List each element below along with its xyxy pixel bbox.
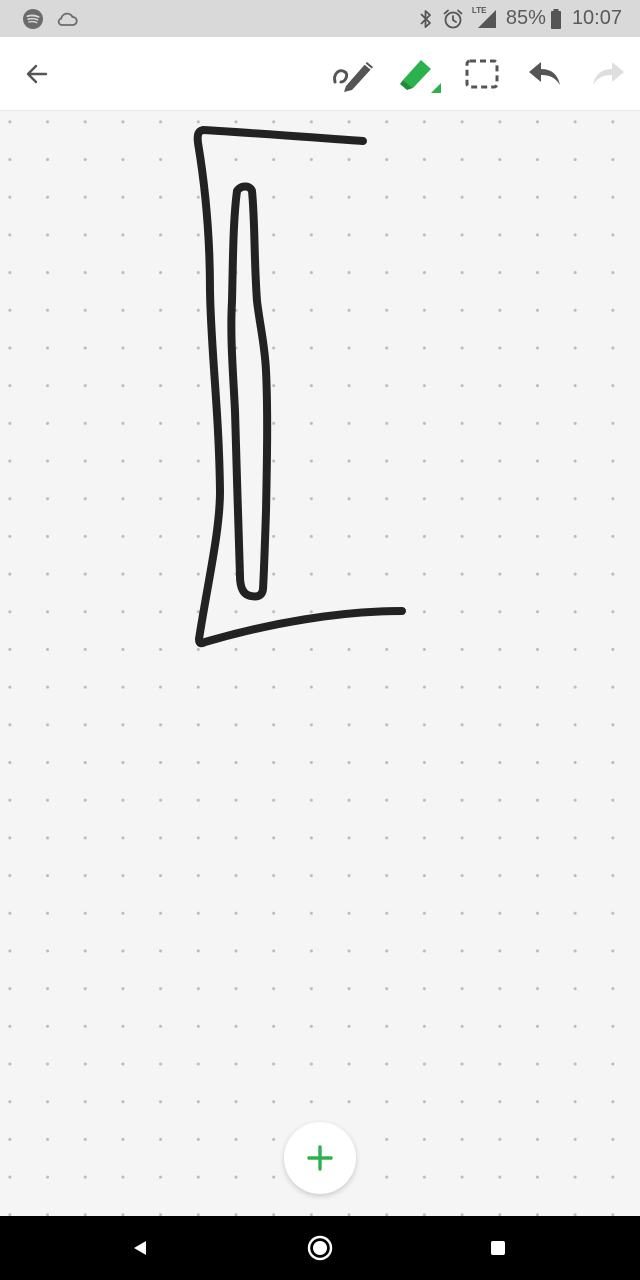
ink-stroke-inner-loop: [227, 182, 272, 601]
battery-icon: [550, 8, 561, 29]
highlighter-icon: [400, 60, 441, 93]
status-right: LTE 85% 10:07: [410, 6, 622, 30]
status-bar: LTE 85% 10:07: [0, 0, 640, 37]
drawing-canvas[interactable]: [0, 111, 640, 1216]
nav-home-button[interactable]: [300, 1228, 340, 1268]
recents-square-icon: [491, 1241, 505, 1255]
lasso-select-button[interactable]: [458, 50, 506, 98]
ink-stroke-outer-bracket: [193, 126, 406, 648]
undo-button[interactable]: [521, 50, 569, 98]
spotify-icon: [23, 8, 43, 29]
highlighter-tool-button[interactable]: [396, 50, 444, 98]
battery-percent: 85%: [505, 7, 546, 29]
add-page-button[interactable]: [284, 1122, 356, 1194]
home-circle-icon: [307, 1235, 333, 1261]
status-left: [22, 8, 90, 30]
redo-icon: [593, 62, 624, 85]
pen-tool-button[interactable]: [330, 50, 378, 98]
arrow-back-icon: [26, 64, 48, 84]
nav-back-button[interactable]: [120, 1228, 160, 1268]
cloud-icon: [57, 12, 78, 26]
bluetooth-icon: [420, 9, 431, 28]
dashed-select-icon: [465, 59, 499, 89]
lte-signal-icon: LTE: [472, 6, 498, 30]
clock-time: 10:07: [571, 7, 622, 29]
plus-icon: [307, 1145, 333, 1171]
nav-recents-button[interactable]: [478, 1228, 518, 1268]
system-nav-bar: [0, 1216, 640, 1280]
pen-icon: [333, 62, 373, 92]
ink-strokes: [193, 126, 406, 648]
back-triangle-icon: [134, 1241, 146, 1255]
back-button[interactable]: [13, 50, 61, 98]
editor-toolbar: [0, 37, 640, 111]
alarm-icon: [443, 9, 463, 28]
undo-icon: [529, 62, 560, 85]
redo-button[interactable]: [584, 50, 632, 98]
